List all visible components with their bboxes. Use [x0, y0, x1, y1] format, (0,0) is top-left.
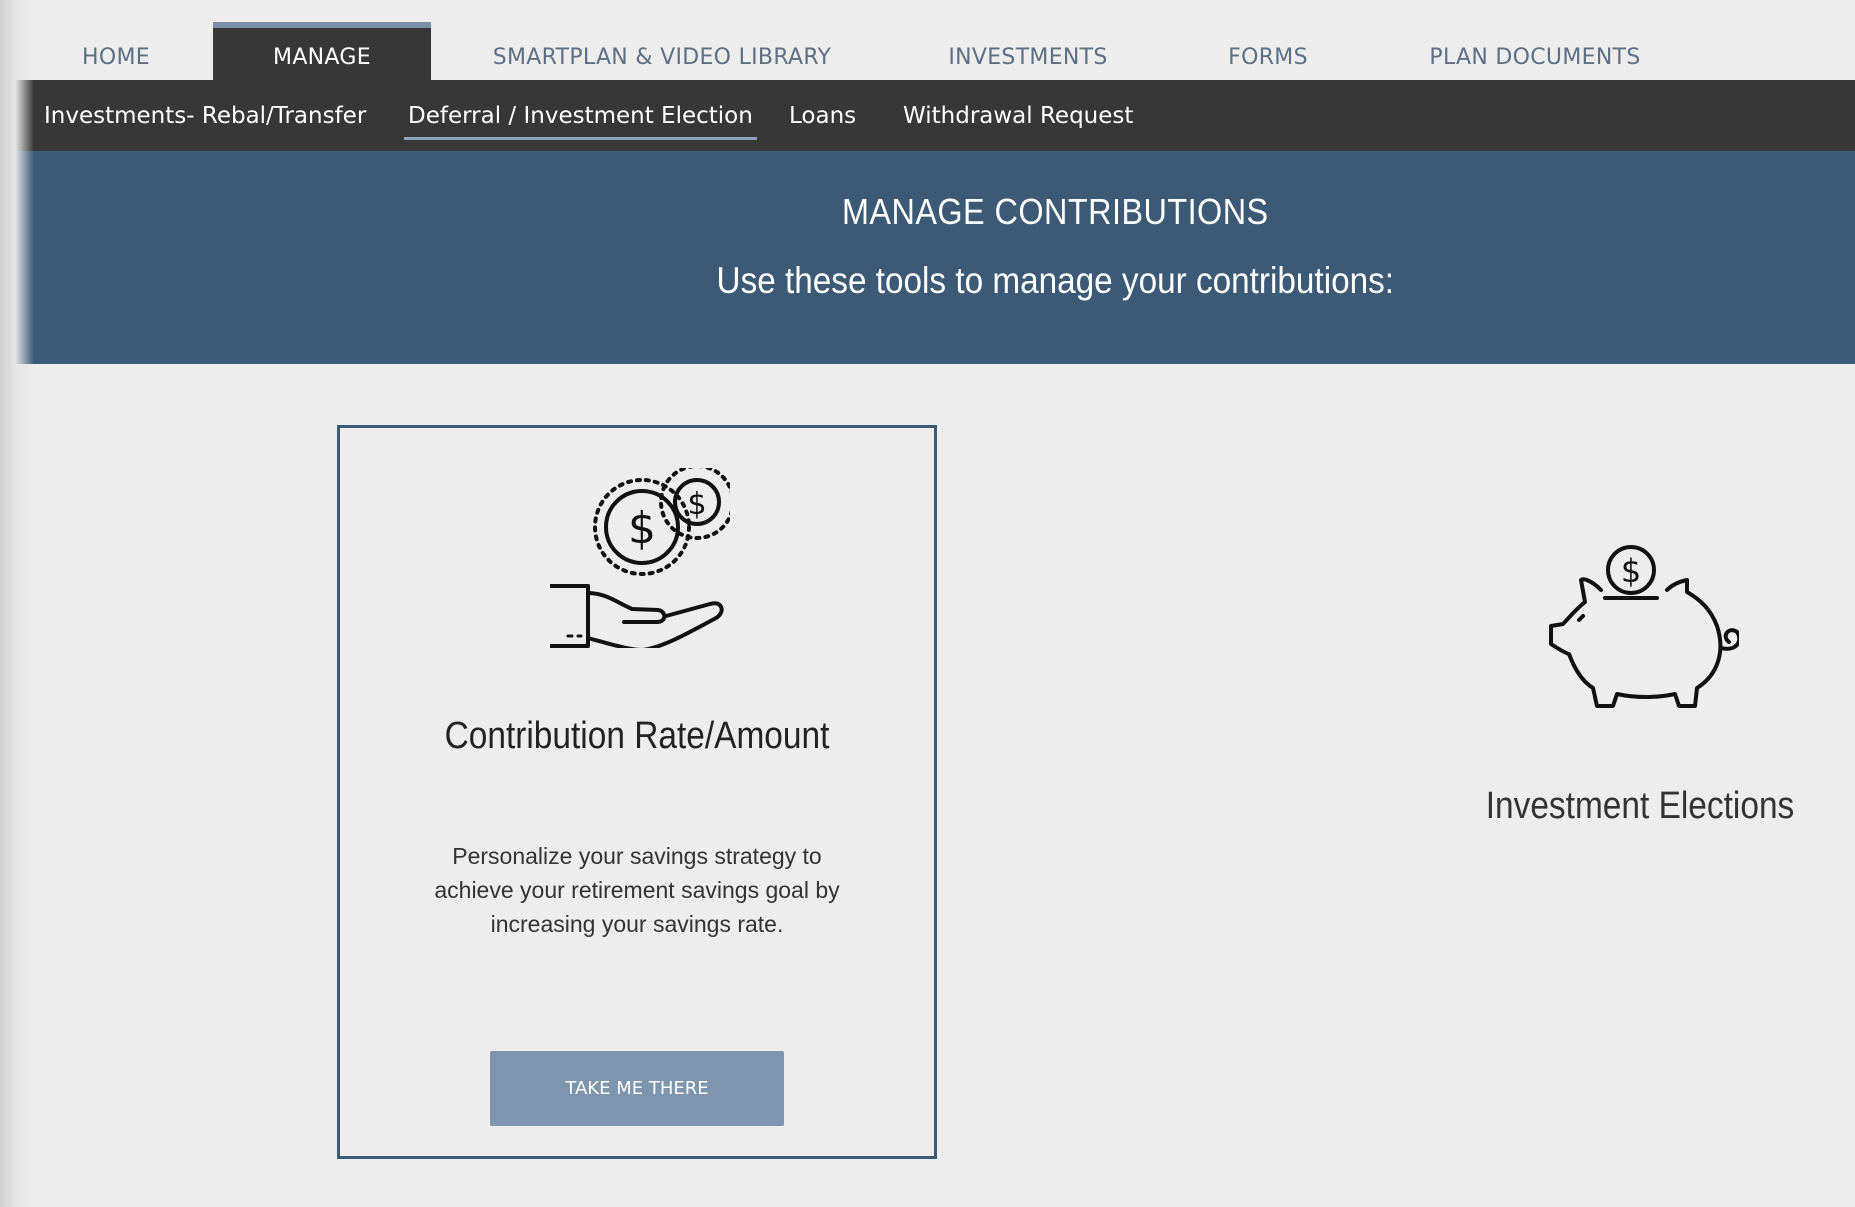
- piggy-bank-icon: $: [1549, 545, 1739, 708]
- tab-plan-documents[interactable]: PLAN DOCUMENTS: [1405, 22, 1665, 80]
- svg-text:$: $: [687, 487, 706, 522]
- subnav-withdrawal-request[interactable]: Withdrawal Request: [903, 80, 1133, 151]
- page-subtitle: Use these tools to manage your contribut…: [716, 260, 1395, 301]
- card-title: Investment Elections: [1485, 785, 1795, 827]
- tab-investments[interactable]: INVESTMENTS: [923, 22, 1133, 80]
- tab-manage[interactable]: MANAGE: [213, 22, 431, 80]
- tab-home[interactable]: HOME: [48, 22, 184, 80]
- svg-text:$: $: [1621, 552, 1641, 590]
- page-title: MANAGE CONTRIBUTIONS: [841, 191, 1269, 232]
- investment-elections-card[interactable]: $ Investment Elections: [1440, 540, 1840, 860]
- top-nav: HOME MANAGE SMARTPLAN & VIDEO LIBRARY IN…: [0, 0, 1855, 80]
- sub-nav: Investments- Rebal/Transfer Deferral / I…: [0, 80, 1855, 151]
- card-description: Personalize your savings strategy to ach…: [434, 843, 840, 937]
- svg-text:$: $: [628, 503, 656, 554]
- take-me-there-button[interactable]: TAKE ME THERE: [490, 1051, 784, 1126]
- subnav-investments-rebal-transfer[interactable]: Investments- Rebal/Transfer: [44, 80, 366, 151]
- subnav-deferral-investment-election[interactable]: Deferral / Investment Election: [404, 80, 757, 151]
- tab-forms[interactable]: FORMS: [1200, 22, 1336, 80]
- subnav-loans[interactable]: Loans: [789, 80, 856, 151]
- hand-coins-icon: $ $: [550, 468, 730, 648]
- contribution-rate-card: $ $ Contribution Rate/Amount Personalize…: [337, 425, 937, 1159]
- hero-banner: MANAGE CONTRIBUTIONS Use these tools to …: [0, 151, 1855, 364]
- card-title: Contribution Rate/Amount: [444, 715, 830, 757]
- tab-smartplan-video-library[interactable]: SMARTPLAN & VIDEO LIBRARY: [472, 22, 852, 80]
